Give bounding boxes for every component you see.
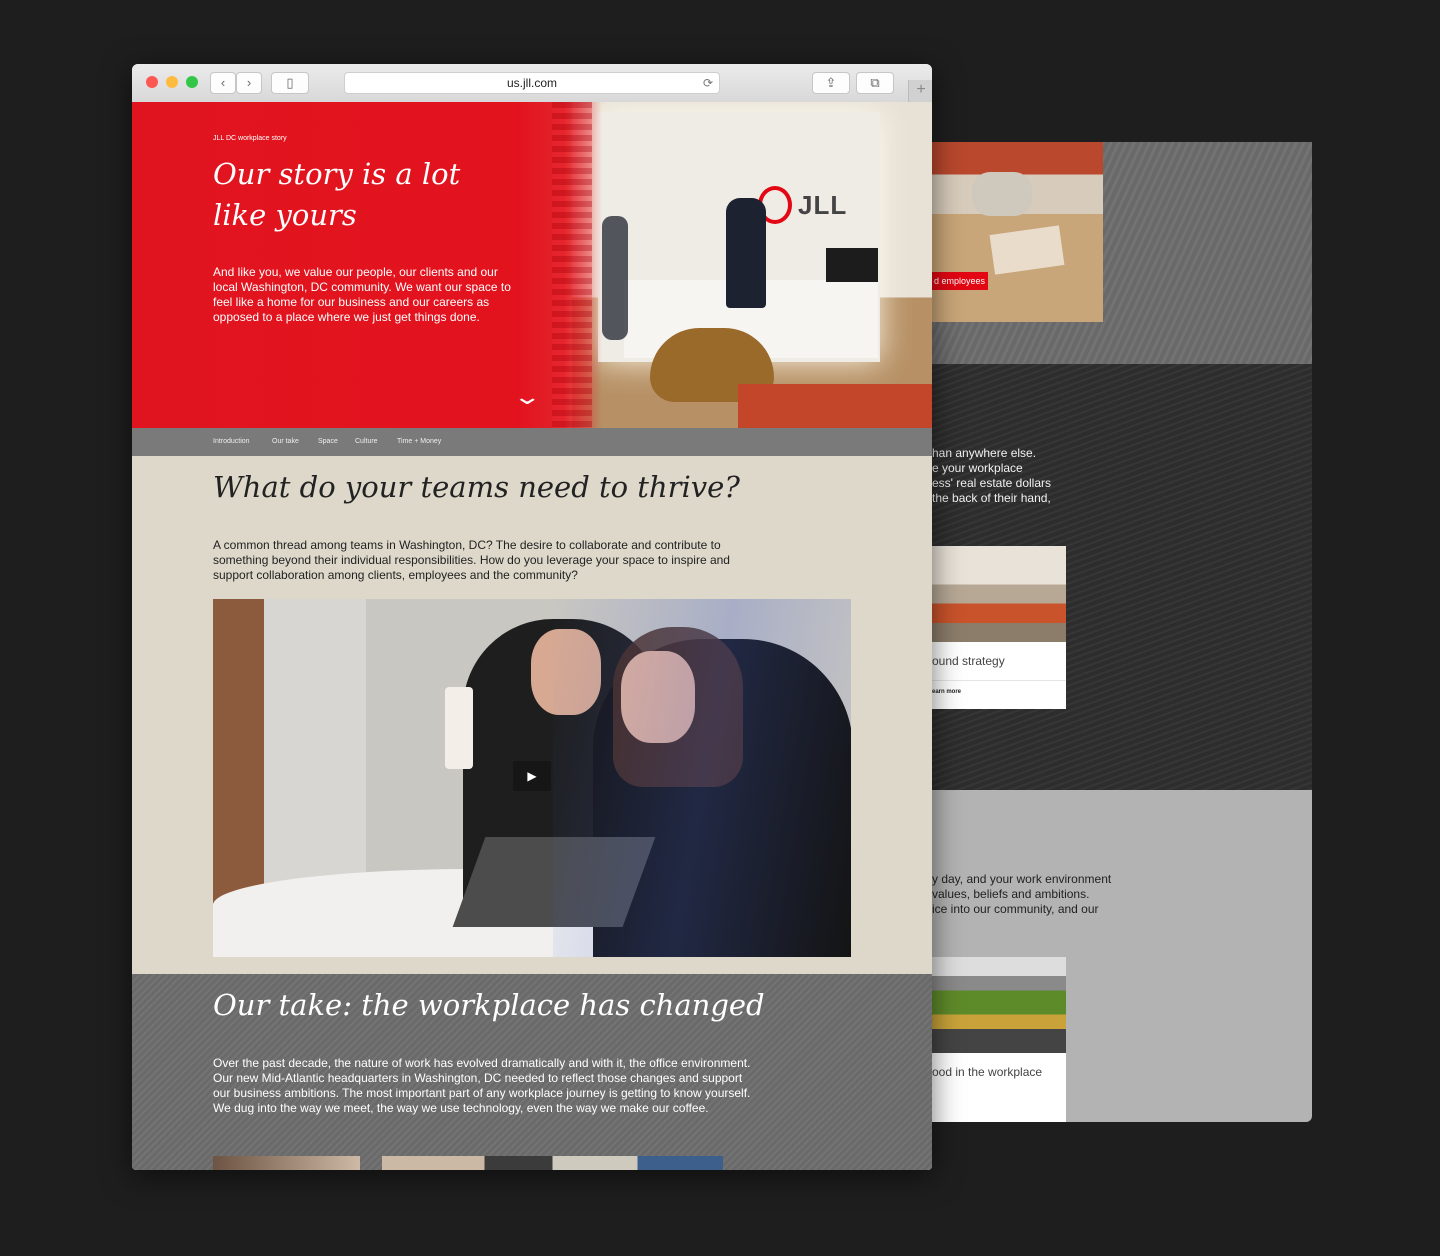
sidebar-button[interactable]: ▯ [271, 72, 309, 94]
share-button[interactable]: ⇪ [812, 72, 850, 94]
chair-shape [972, 172, 1032, 216]
hero-section: JLL JLL DC workplace story Our story is … [132, 102, 932, 428]
section-body: Over the past decade, the nature of work… [213, 1056, 751, 1115]
back-section-dark-text: han anywhere else. e your workplace ess'… [932, 446, 1292, 506]
teams-section: What do your teams need to thrive? A com… [132, 456, 932, 974]
monitor-shape [826, 248, 878, 282]
url-text: us.jll.com [506, 76, 557, 90]
back-card-caption: ood in the workplace [932, 1065, 1043, 1079]
scroll-down-icon[interactable]: ⌄ [512, 384, 542, 410]
chevron-left-icon: ‹ [220, 75, 226, 90]
new-tab-button[interactable]: + [908, 80, 932, 102]
back-section-dark: han anywhere else. e your workplace ess'… [932, 364, 1312, 790]
back-badge: d employees [932, 272, 988, 290]
close-window-button[interactable] [146, 76, 158, 88]
back-section-light-text: y day, and your work environment values,… [932, 872, 1292, 917]
tabs-overview-button[interactable]: ⧉ [856, 72, 894, 94]
play-button[interactable]: ▶ [513, 761, 551, 791]
forward-button[interactable]: › [236, 72, 262, 94]
thumbnail-image[interactable] [382, 1156, 723, 1170]
brush-edge [552, 102, 592, 428]
back-text-line: ess' real estate dollars [932, 476, 1052, 490]
back-card-caption: ound strategy [932, 642, 1066, 681]
back-section-light: y day, and your work environment values,… [932, 790, 1312, 1122]
section-title: What do your teams need to thrive? [213, 470, 740, 504]
section-title: Our take: the workplace has changed [213, 988, 765, 1022]
learn-more-link[interactable]: earn more [932, 681, 1066, 695]
nav-item-our-take[interactable]: Our take [272, 438, 299, 445]
back-text-line: e your workplace [932, 461, 1023, 475]
nav-item-time-money[interactable]: Time + Money [397, 438, 441, 445]
reload-icon[interactable]: ⟳ [703, 73, 713, 93]
back-button[interactable]: ‹ [210, 72, 236, 94]
section-body: A common thread among teams in Washingto… [213, 538, 730, 582]
back-text-line: y day, and your work environment [932, 872, 1112, 886]
back-text-line: ice into our community, and our [932, 902, 1099, 916]
our-take-section: Our take: the workplace has changed Over… [132, 974, 932, 1170]
receptionist-figure [726, 198, 766, 308]
back-photo-lounge: d employees [932, 142, 1103, 322]
tabs-icon: ⧉ [870, 75, 880, 90]
nav-item-culture[interactable]: Culture [355, 438, 378, 445]
page-content: JLL JLL DC workplace story Our story is … [132, 102, 932, 1170]
address-bar[interactable]: us.jll.com ⟳ [344, 72, 720, 94]
back-card-strategy[interactable]: ound strategy earn more [932, 546, 1066, 709]
minimize-window-button[interactable] [166, 76, 178, 88]
jll-logo-text: JLL [798, 189, 848, 220]
back-text-line: han anywhere else. [932, 446, 1037, 460]
share-icon: ⇪ [825, 75, 837, 90]
back-text-line: values, beliefs and ambitions. [932, 887, 1090, 901]
background-page-preview: d employees han anywhere else. e your wo… [932, 142, 1312, 1122]
sidebar-icon: ▯ [286, 75, 294, 90]
glass-reflection [553, 599, 851, 957]
thumbnail-image[interactable] [213, 1156, 360, 1170]
hero-body: And like you, we value our people, our c… [213, 265, 511, 324]
chevron-right-icon: › [246, 75, 252, 90]
hero-eyebrow: JLL DC workplace story [213, 135, 287, 142]
hero-title: Our story is a lot like yours [213, 157, 461, 232]
lounge-sofa [738, 384, 932, 428]
jll-logo: JLL [758, 186, 847, 224]
nav-item-space[interactable]: Space [318, 438, 338, 445]
browser-window: ‹ › ▯ us.jll.com ⟳ ⇪ ⧉ + JLL JLL DC work… [132, 64, 932, 1170]
visitor-figure [602, 216, 628, 340]
back-text-line: the back of their hand, [932, 491, 1051, 505]
nav-item-introduction[interactable]: Introduction [213, 438, 250, 445]
zoom-window-button[interactable] [186, 76, 198, 88]
back-card-image [932, 546, 1066, 642]
section-nav: Introduction Our take Space Culture Time… [132, 428, 932, 456]
video-player[interactable]: ▶ [213, 599, 851, 957]
play-icon: ▶ [527, 769, 537, 783]
coffee-cup [445, 687, 473, 769]
back-card-food[interactable]: ood in the workplace [932, 957, 1066, 1122]
game-board-shape [989, 225, 1065, 275]
back-card-image [932, 957, 1066, 1053]
browser-toolbar: ‹ › ▯ us.jll.com ⟳ ⇪ ⧉ + [132, 64, 932, 103]
back-section-top: d employees [932, 142, 1312, 364]
